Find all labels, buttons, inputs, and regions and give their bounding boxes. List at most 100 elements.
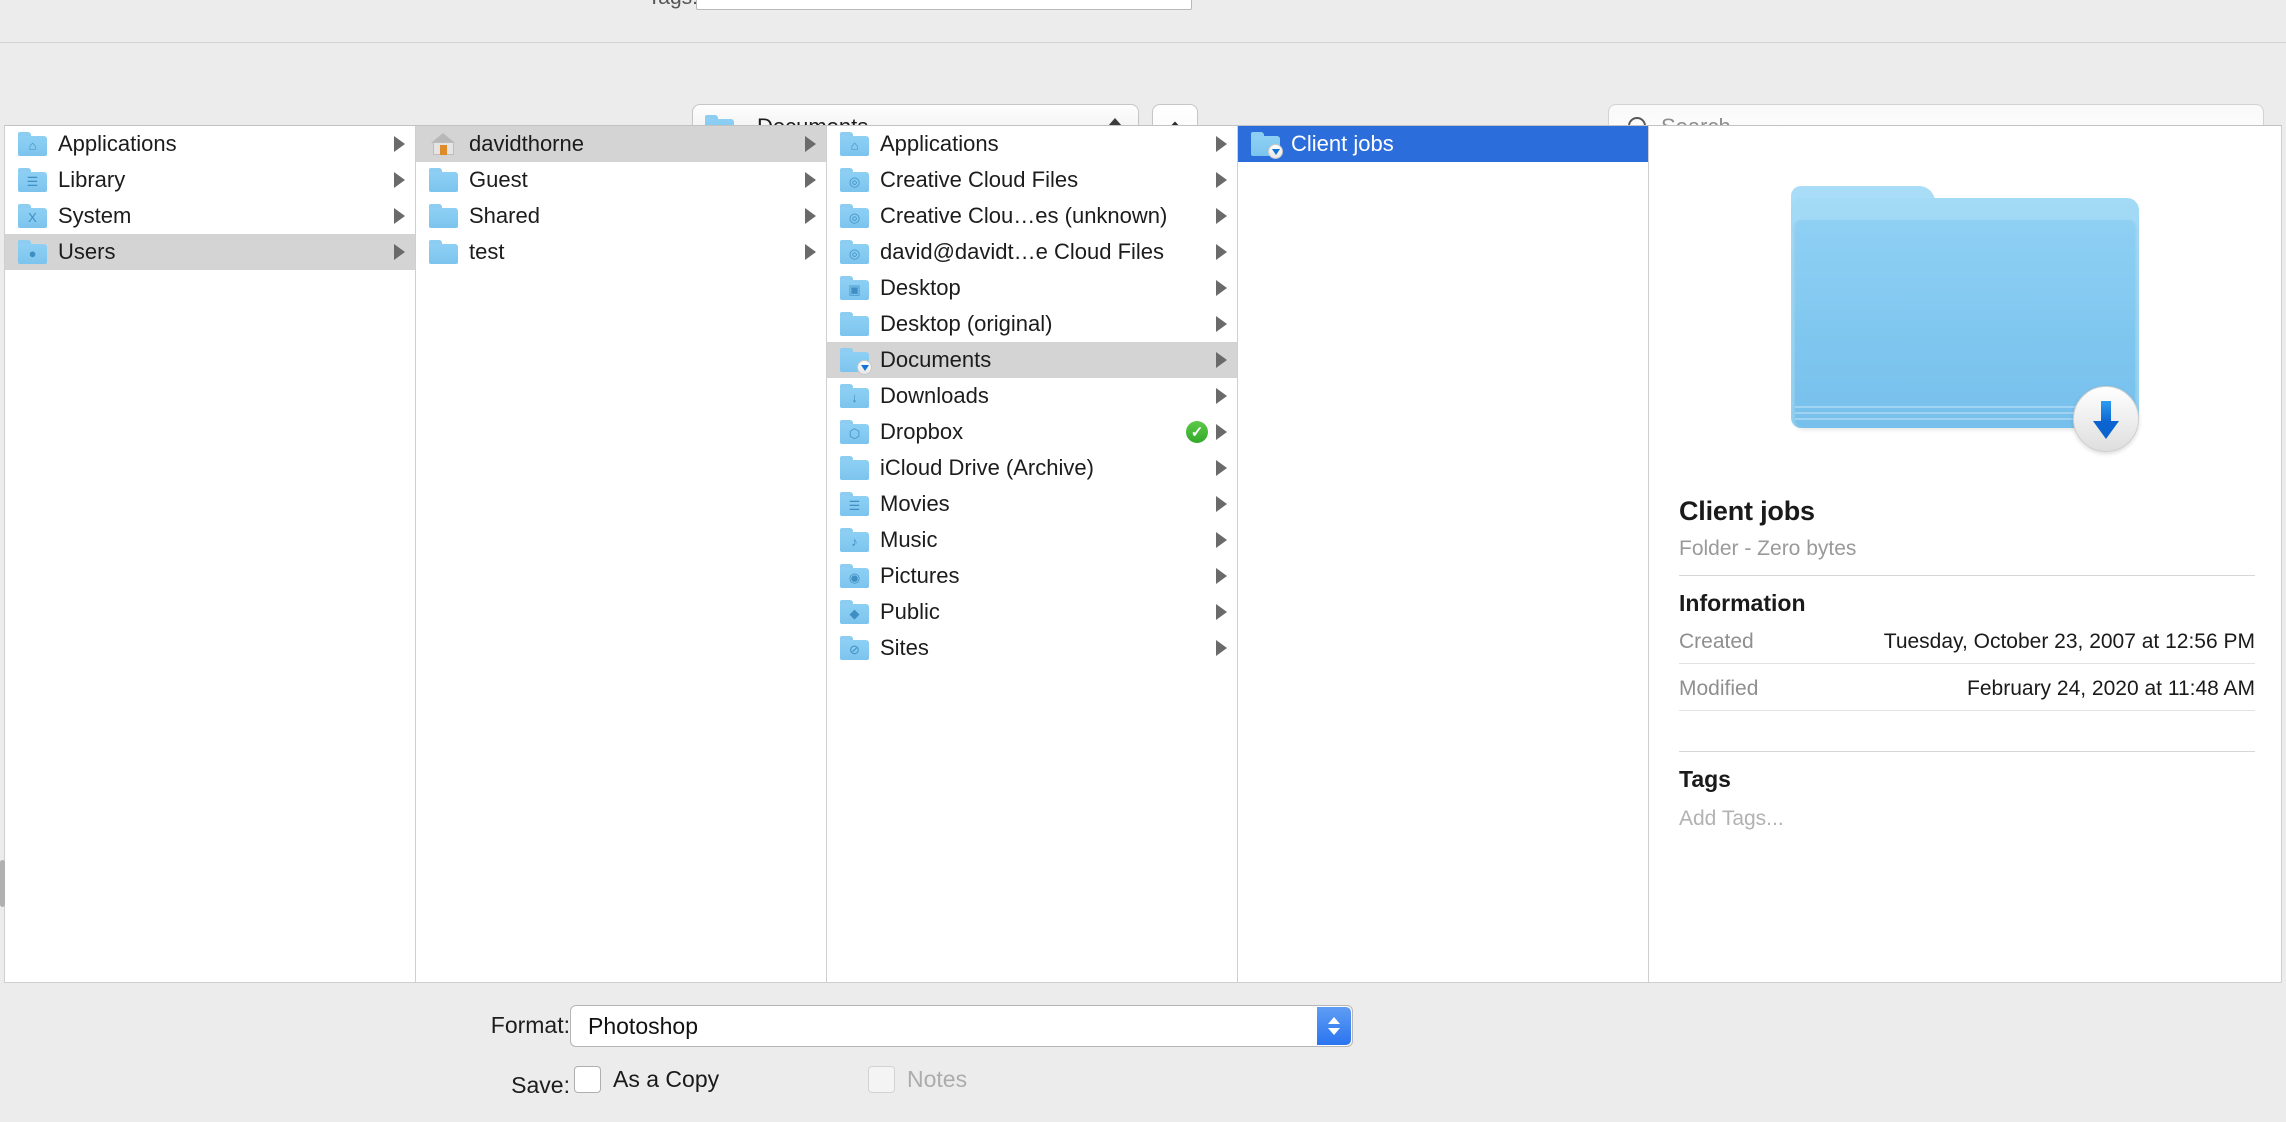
disclosure-triangle-icon[interactable] — [1216, 136, 1227, 152]
tags-row: Tags: — [0, 0, 2286, 20]
preview-info: Client jobs Folder - Zero bytes Informat… — [1679, 496, 2255, 831]
list-item[interactable]: ▣ Desktop — [827, 270, 1237, 306]
disclosure-triangle-icon[interactable] — [1216, 172, 1227, 188]
list-item[interactable]: ↓ Downloads — [827, 378, 1237, 414]
folder-creativecloud-icon: ◎ — [840, 168, 869, 192]
bottom-bar — [0, 983, 2286, 1122]
disclosure-triangle-icon[interactable] — [1216, 568, 1227, 584]
list-item[interactable]: ♪ Music — [827, 522, 1237, 558]
list-item[interactable]: ◆ Public — [827, 594, 1237, 630]
list-item-label: Applications — [880, 131, 999, 156]
disclosure-triangle-icon[interactable] — [805, 244, 816, 260]
column-browser: ⌂ Applications ☰ Library X System ● Users david… — [4, 125, 2282, 983]
folder-desktop-icon: ▣ — [840, 276, 869, 300]
disclosure-triangle-icon[interactable] — [1216, 604, 1227, 620]
tags-label: Tags: — [588, 0, 698, 10]
column-documents[interactable]: Client jobs — [1238, 126, 1649, 982]
list-item-label: Applications — [58, 131, 177, 156]
disclosure-triangle-icon[interactable] — [1216, 640, 1227, 656]
tags-input[interactable] — [696, 0, 1192, 10]
format-stepper-icon[interactable] — [1317, 1007, 1351, 1045]
disclosure-triangle-icon[interactable] — [394, 172, 405, 188]
vertical-scrollbar-thumb[interactable] — [0, 860, 5, 907]
preview-icon — [1649, 168, 2281, 458]
folder-users-icon: ● — [18, 240, 47, 264]
preview-row-modified: Modified February 24, 2020 at 11:48 AM — [1679, 664, 2255, 711]
folder-icon — [429, 240, 458, 264]
as-a-copy-checkbox[interactable] — [574, 1066, 601, 1093]
list-item-label: iCloud Drive (Archive) — [880, 455, 1094, 480]
list-item[interactable]: Desktop (original) — [827, 306, 1237, 342]
notes-label: Notes — [907, 1066, 968, 1092]
disclosure-triangle-icon[interactable] — [1216, 352, 1227, 368]
format-select-value: Photoshop — [588, 1012, 698, 1039]
disclosure-triangle-icon[interactable] — [1216, 532, 1227, 548]
list-item[interactable]: iCloud Drive (Archive) — [827, 450, 1237, 486]
disclosure-triangle-icon[interactable] — [1216, 244, 1227, 260]
list-item[interactable]: ◎ Creative Cloud Files — [827, 162, 1237, 198]
format-select[interactable]: Photoshop — [570, 1005, 1353, 1047]
disclosure-triangle-icon[interactable] — [805, 136, 816, 152]
list-item[interactable]: ⬡ Dropbox ✓ — [827, 414, 1237, 450]
list-item[interactable]: Guest — [416, 162, 826, 198]
folder-music-icon: ♪ — [840, 528, 869, 552]
disclosure-triangle-icon[interactable] — [805, 172, 816, 188]
disclosure-triangle-icon[interactable] — [1216, 496, 1227, 512]
list-item[interactable]: ⌂ Applications — [5, 126, 415, 162]
list-item-label: Guest — [469, 167, 528, 192]
list-item[interactable]: Client jobs — [1238, 126, 1648, 162]
folder-icon — [840, 312, 869, 336]
disclosure-triangle-icon[interactable] — [394, 244, 405, 260]
list-item[interactable]: ☰ Movies — [827, 486, 1237, 522]
list-item[interactable]: test — [416, 234, 826, 270]
list-item[interactable]: Documents — [827, 342, 1237, 378]
disclosure-triangle-icon[interactable] — [1216, 460, 1227, 476]
list-item[interactable]: ◎ david@davidt…e Cloud Files — [827, 234, 1237, 270]
folder-download-icon — [840, 348, 872, 375]
list-item-label: System — [58, 203, 132, 228]
column-volume[interactable]: ⌂ Applications ☰ Library X System ● Users — [5, 126, 416, 982]
folder-pictures-icon: ◉ — [840, 564, 869, 588]
list-item-label: Downloads — [880, 383, 989, 408]
toolbar: Documents Search — [0, 43, 2286, 150]
as-a-copy-checkbox-group[interactable]: As a Copy — [574, 1066, 719, 1093]
as-a-copy-label: As a Copy — [613, 1066, 720, 1092]
disclosure-triangle-icon[interactable] — [1216, 316, 1227, 332]
preview-modified-key: Modified — [1679, 677, 1759, 700]
list-item[interactable]: ◎ Creative Clou…es (unknown) — [827, 198, 1237, 234]
list-item[interactable]: Shared — [416, 198, 826, 234]
list-item[interactable]: X System — [5, 198, 415, 234]
list-item[interactable]: davidthorne — [416, 126, 826, 162]
disclosure-triangle-icon[interactable] — [1216, 388, 1227, 404]
column-home[interactable]: ⌂ Applications ◎ Creative Cloud Files ◎ Creat… — [827, 126, 1238, 982]
list-item[interactable]: ⌂ Applications — [827, 126, 1237, 162]
preview-add-tags-field[interactable]: Add Tags... — [1679, 807, 2255, 831]
preview-pane: Client jobs Folder - Zero bytes Informat… — [1649, 126, 2281, 982]
disclosure-triangle-icon[interactable] — [1216, 208, 1227, 224]
list-item[interactable]: ⊘ Sites — [827, 630, 1237, 666]
folder-applications-icon: ⌂ — [840, 132, 869, 156]
list-item[interactable]: ● Users — [5, 234, 415, 270]
disclosure-triangle-icon[interactable] — [1216, 280, 1227, 296]
list-item-label: Sites — [880, 635, 929, 660]
disclosure-triangle-icon[interactable] — [1216, 424, 1227, 440]
list-item[interactable]: ☰ Library — [5, 162, 415, 198]
disclosure-triangle-icon[interactable] — [805, 208, 816, 224]
preview-title: Client jobs — [1679, 496, 1815, 526]
list-item-label: davidthorne — [469, 131, 584, 156]
list-item-label: Documents — [880, 347, 992, 372]
list-item-label: Pictures — [880, 563, 960, 588]
disclosure-triangle-icon[interactable] — [394, 136, 405, 152]
list-item-label: Creative Cloud Files — [880, 167, 1079, 192]
folder-library-icon: ☰ — [18, 168, 47, 192]
list-item-label: Client jobs — [1291, 131, 1394, 156]
disclosure-triangle-icon[interactable] — [394, 208, 405, 224]
preview-row-created: Created Tuesday, October 23, 2007 at 12:… — [1679, 617, 2255, 664]
column-users[interactable]: davidthorne Guest Shared test — [416, 126, 827, 982]
folder-creativecloud-icon: ◎ — [840, 204, 869, 228]
folder-dropbox-icon: ⬡ — [840, 420, 869, 444]
preview-tags-heading: Tags — [1679, 766, 1731, 792]
list-item-label: test — [469, 239, 505, 264]
list-item[interactable]: ◉ Pictures — [827, 558, 1237, 594]
folder-public-icon: ◆ — [840, 600, 869, 624]
